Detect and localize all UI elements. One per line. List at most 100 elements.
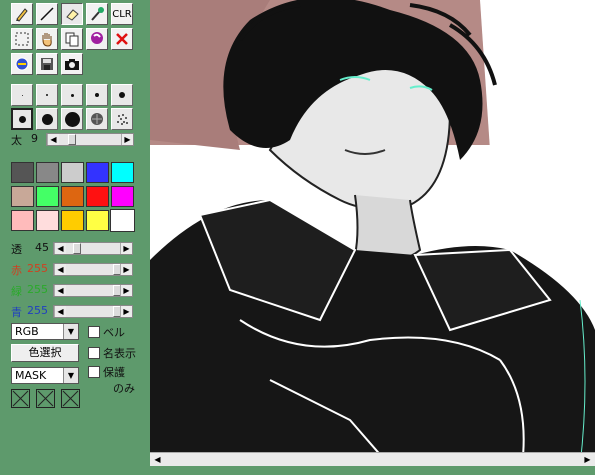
brush-pattern[interactable] (86, 108, 108, 130)
brush-dot-icon (119, 92, 125, 98)
brush-size-3[interactable] (61, 84, 83, 106)
tool-panel: CLR 太 9 ◀ ▶ 透 45 ◀ ▶ 赤 255 ◀ ▶ 緑 255 ◀ ▶… (0, 0, 150, 475)
scroll-left-arrow-icon[interactable]: ◀ (152, 454, 163, 465)
brush-size-8[interactable] (61, 108, 83, 130)
brush-size-4[interactable] (86, 84, 108, 106)
mask-box-3[interactable] (61, 389, 80, 408)
eraser-tool[interactable] (61, 3, 83, 25)
palette-swatch[interactable] (61, 210, 84, 231)
camera-icon (65, 59, 79, 70)
slider-left-arrow-icon[interactable]: ◀ (54, 243, 66, 254)
red-slider[interactable]: ◀ ▶ (53, 263, 133, 276)
chevron-down-icon[interactable]: ▼ (63, 368, 78, 383)
line-tool[interactable] (36, 3, 58, 25)
x-mark-icon (62, 390, 79, 407)
color-pick-button[interactable]: 色選択 (11, 344, 79, 362)
canvas-horizontal-scrollbar[interactable]: ◀ ▶ (150, 452, 595, 466)
thickness-label: 太 (11, 134, 22, 147)
slider-thumb[interactable] (73, 243, 81, 254)
palette-swatch[interactable] (61, 162, 84, 183)
name-display-checkbox[interactable] (88, 347, 100, 359)
blue-value: 255 (27, 304, 48, 317)
palette-swatch[interactable] (86, 186, 109, 207)
chevron-down-icon[interactable]: ▼ (63, 324, 78, 339)
mask-select[interactable]: MASK ▼ (11, 367, 79, 384)
slider-right-arrow-icon[interactable]: ▶ (120, 306, 132, 317)
drawing-canvas[interactable] (150, 0, 595, 466)
cancel-icon (116, 33, 128, 45)
palette-swatch[interactable] (110, 209, 135, 232)
slider-right-arrow-icon[interactable]: ▶ (121, 134, 133, 145)
green-slider[interactable]: ◀ ▶ (53, 284, 133, 297)
palette-swatch[interactable] (11, 210, 34, 231)
protect-checkbox[interactable] (88, 366, 100, 378)
brush-dot-icon (46, 94, 48, 96)
brush-size-1[interactable] (11, 84, 33, 106)
clear-icon: CLR (112, 8, 132, 20)
slider-left-arrow-icon[interactable]: ◀ (47, 134, 59, 145)
slider-left-arrow-icon[interactable]: ◀ (54, 264, 66, 275)
mode-select[interactable]: RGB ▼ (11, 323, 79, 340)
copy-tool[interactable] (61, 28, 83, 50)
brush-spray[interactable] (111, 108, 133, 130)
pencil-tool[interactable] (11, 3, 33, 25)
copy-icon (65, 32, 79, 47)
slider-left-arrow-icon[interactable]: ◀ (54, 306, 66, 317)
slider-right-arrow-icon[interactable]: ▶ (120, 243, 132, 254)
brush-dot-icon (21, 94, 23, 96)
mask-box-1[interactable] (11, 389, 30, 408)
cancel-tool[interactable] (111, 28, 133, 50)
palette-swatch[interactable] (11, 162, 34, 183)
circle-tool[interactable] (11, 53, 33, 75)
slider-thumb[interactable] (68, 134, 76, 145)
alpha-slider[interactable]: ◀ ▶ (53, 242, 133, 255)
palette-swatch[interactable] (36, 162, 59, 183)
x-mark-icon (12, 390, 29, 407)
line-icon (40, 7, 54, 21)
slider-right-arrow-icon[interactable]: ▶ (120, 285, 132, 296)
alpha-value: 45 (35, 241, 49, 254)
palette-swatch[interactable] (36, 186, 59, 207)
red-label: 赤 (11, 264, 22, 277)
lasso-icon (91, 32, 103, 44)
bell-checkbox[interactable] (88, 326, 100, 338)
brush-size-5[interactable] (111, 84, 133, 106)
select-rect-icon (15, 32, 29, 46)
slider-left-arrow-icon[interactable]: ◀ (54, 285, 66, 296)
brush-size-2[interactable] (36, 84, 58, 106)
slider-right-arrow-icon[interactable]: ▶ (120, 264, 132, 275)
lasso-tool[interactable] (86, 28, 108, 50)
eyedropper-tool[interactable] (86, 3, 108, 25)
brush-dot-icon (95, 93, 99, 97)
palette-swatch[interactable] (86, 162, 109, 183)
green-label: 緑 (11, 285, 22, 298)
scroll-right-arrow-icon[interactable]: ▶ (582, 454, 593, 465)
artwork-illustration (150, 0, 595, 466)
blue-label: 青 (11, 306, 22, 319)
blue-slider[interactable]: ◀ ▶ (53, 305, 133, 318)
red-value: 255 (27, 262, 48, 275)
brush-size-6[interactable] (11, 108, 33, 130)
brush-size-7[interactable] (36, 108, 58, 130)
save-tool[interactable] (36, 53, 58, 75)
protect-only-label: のみ (113, 382, 135, 395)
name-display-label: 名表示 (103, 347, 136, 360)
thickness-slider[interactable]: ◀ ▶ (46, 133, 134, 146)
palette-swatch[interactable] (61, 186, 84, 207)
select-rect-tool[interactable] (11, 28, 33, 50)
palette-swatch[interactable] (86, 210, 109, 231)
clear-button[interactable]: CLR (111, 3, 133, 25)
hand-tool[interactable] (36, 28, 58, 50)
palette-swatch[interactable] (36, 210, 59, 231)
palette-swatch[interactable] (11, 186, 34, 207)
eraser-icon (66, 9, 79, 21)
brush-dot-icon (64, 111, 80, 127)
mask-box-2[interactable] (36, 389, 55, 408)
save-icon (41, 58, 53, 70)
bottom-strip (150, 466, 595, 475)
hand-icon (42, 33, 52, 47)
palette-swatch[interactable] (111, 162, 134, 183)
circle-tool-icon (15, 57, 29, 71)
palette-swatch[interactable] (111, 186, 134, 207)
camera-tool[interactable] (61, 53, 83, 75)
